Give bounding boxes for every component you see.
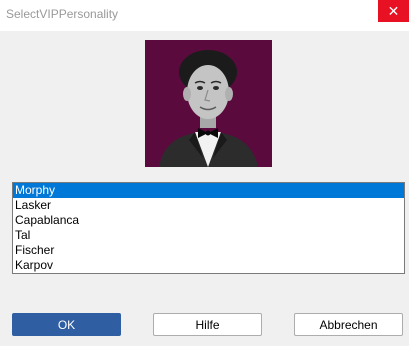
list-item-tal[interactable]: Tal [13, 228, 404, 243]
list-item-fischer[interactable]: Fischer [13, 243, 404, 258]
close-icon: ✕ [387, 3, 400, 19]
title-bar: SelectVIPPersonality ✕ [0, 0, 409, 31]
personality-list[interactable]: Morphy Lasker Capablanca Tal Fischer Kar… [12, 182, 405, 274]
window-title: SelectVIPPersonality [6, 7, 119, 21]
list-item-morphy[interactable]: Morphy [13, 183, 404, 198]
list-item-lasker[interactable]: Lasker [13, 198, 404, 213]
personality-portrait [145, 40, 272, 167]
ok-button[interactable]: OK [12, 313, 121, 336]
list-item-capablanca[interactable]: Capablanca [13, 213, 404, 228]
list-item-karpov[interactable]: Karpov [13, 258, 404, 273]
close-button[interactable]: ✕ [378, 0, 409, 22]
help-button[interactable]: Hilfe [153, 313, 262, 336]
cancel-button[interactable]: Abbrechen [294, 313, 403, 336]
portrait-image [145, 40, 272, 167]
